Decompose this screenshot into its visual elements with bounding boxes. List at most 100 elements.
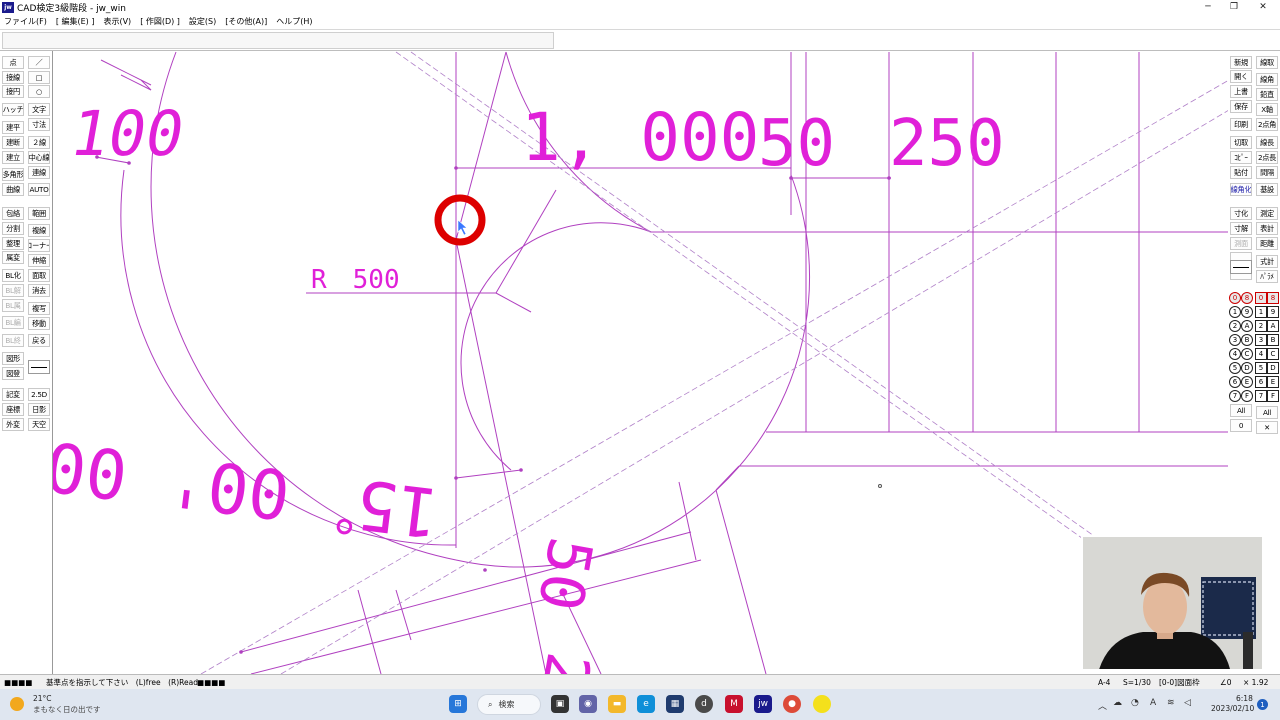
group-layer-9[interactable]: 9: [1241, 306, 1253, 318]
right-b-button-2[interactable]: 鉛直: [1256, 88, 1278, 101]
right-b-button-6[interactable]: 2点長: [1256, 151, 1278, 164]
left-b-button-1[interactable]: □: [28, 71, 50, 84]
left-b-button-21[interactable]: 天空: [28, 418, 50, 431]
group-layer-4[interactable]: 4: [1229, 348, 1241, 360]
layer-layer-2[interactable]: 2: [1255, 320, 1267, 332]
close-button[interactable]: ✕: [1250, 0, 1276, 14]
group-layer-F[interactable]: F: [1241, 390, 1253, 402]
left-b-button-19[interactable]: 2.5D: [28, 388, 50, 401]
group-layer-D[interactable]: D: [1241, 362, 1253, 374]
right-b-button-13[interactable]: ﾊﾟﾗﾒ: [1256, 270, 1278, 283]
minimize-button[interactable]: ─: [1195, 0, 1221, 14]
right-b-button-5[interactable]: 線長: [1256, 136, 1278, 149]
menu-edit[interactable]: [ 編集(E) ]: [56, 16, 95, 27]
layer-layer-D[interactable]: D: [1267, 362, 1279, 374]
store-icon[interactable]: ▦: [666, 695, 684, 713]
command-input-area[interactable]: [2, 32, 554, 49]
group-layer-2[interactable]: 2: [1229, 320, 1241, 332]
jwcad-taskbar-icon[interactable]: jw: [754, 695, 772, 713]
network-icon[interactable]: ◔: [1131, 698, 1139, 708]
right-b-button-4[interactable]: 2点角: [1256, 118, 1278, 131]
layer-layer-7[interactable]: 7: [1255, 390, 1267, 402]
left-a-button-11[interactable]: 整理: [2, 237, 24, 250]
yellow-app-icon[interactable]: [813, 695, 831, 713]
notification-badge[interactable]: 1: [1257, 699, 1268, 710]
clock-date[interactable]: 2023/02/10: [1211, 704, 1254, 713]
left-b-button-4[interactable]: 寸法: [28, 118, 50, 131]
left-b-button-12[interactable]: 伸縮: [28, 254, 50, 267]
group-layer-C[interactable]: C: [1241, 348, 1253, 360]
right-b-button-12[interactable]: 式計: [1256, 255, 1278, 268]
right-a-button-9[interactable]: 寸化: [1230, 207, 1252, 220]
scale-display[interactable]: S=1/30: [1123, 677, 1151, 688]
layer-display[interactable]: [0-0]図面枠: [1159, 677, 1200, 688]
right-b-button-8[interactable]: 基設: [1256, 183, 1278, 196]
layer-layer-6[interactable]: 6: [1255, 376, 1267, 388]
left-a-button-8[interactable]: 曲線: [2, 183, 24, 196]
weather-temp[interactable]: 21°C: [33, 694, 52, 703]
left-b-button-8[interactable]: AUTO: [28, 183, 50, 196]
layer-layer-1[interactable]: 1: [1255, 306, 1267, 318]
left-a-button-13[interactable]: BL化: [2, 269, 24, 282]
group-layer-7[interactable]: 7: [1229, 390, 1241, 402]
right-a-button-10[interactable]: 寸解: [1230, 222, 1252, 235]
line-type-sample[interactable]: [28, 360, 50, 374]
left-b-button-10[interactable]: 複線: [28, 224, 50, 237]
left-a-button-7[interactable]: 多角形: [2, 168, 24, 181]
right-a-button-0[interactable]: 新規: [1230, 56, 1252, 69]
left-a-button-12[interactable]: 属変: [2, 251, 24, 264]
left-a-button-17[interactable]: BL終: [2, 334, 24, 347]
line-type-sample[interactable]: [1230, 260, 1252, 274]
wifi-icon[interactable]: ≋: [1167, 698, 1175, 708]
paper-size[interactable]: A-4: [1098, 677, 1110, 688]
angle-display[interactable]: ∠0: [1220, 677, 1232, 688]
menu-view[interactable]: 表示(V): [103, 16, 131, 27]
layer-layer-E[interactable]: E: [1267, 376, 1279, 388]
left-a-button-10[interactable]: 分割: [2, 222, 24, 235]
taskbar-search[interactable]: ⌕ 検索: [477, 694, 541, 715]
layer-layer-C[interactable]: C: [1267, 348, 1279, 360]
right-b-button-15[interactable]: ✕: [1256, 421, 1278, 434]
left-b-button-17[interactable]: 戻る: [28, 334, 50, 347]
left-a-button-19[interactable]: 図登: [2, 367, 24, 380]
weather-icon[interactable]: [10, 697, 24, 711]
left-b-button-7[interactable]: 連線: [28, 166, 50, 179]
left-b-button-14[interactable]: 消去: [28, 284, 50, 297]
group-layer-3[interactable]: 3: [1229, 334, 1241, 346]
left-b-button-9[interactable]: 範囲: [28, 207, 50, 220]
group-layer-5[interactable]: 5: [1229, 362, 1241, 374]
group-layer-B[interactable]: B: [1241, 334, 1253, 346]
left-a-button-18[interactable]: 図形: [2, 352, 24, 365]
weather-text[interactable]: まもなく日の出です: [33, 704, 101, 715]
group-layer-1[interactable]: 1: [1229, 306, 1241, 318]
right-a-button-7[interactable]: 貼付: [1230, 166, 1252, 179]
onedrive-icon[interactable]: ☁: [1113, 698, 1122, 708]
ime-icon[interactable]: A: [1150, 698, 1156, 708]
menu-settings[interactable]: 設定(S): [189, 16, 216, 27]
right-a-button-2[interactable]: 上書: [1230, 85, 1252, 98]
explorer-icon[interactable]: ▬: [608, 695, 626, 713]
right-a-button-3[interactable]: 保存: [1230, 100, 1252, 113]
right-a-button-8[interactable]: 線角化: [1230, 183, 1252, 196]
right-a-button-11[interactable]: 測面: [1230, 237, 1252, 250]
layer-layer-8[interactable]: 8: [1267, 292, 1279, 304]
restore-button[interactable]: ❐: [1221, 0, 1247, 14]
left-b-button-11[interactable]: コーナー: [28, 239, 50, 252]
tray-chevron-icon[interactable]: ︿: [1098, 699, 1107, 712]
left-a-button-21[interactable]: 座標: [2, 403, 24, 416]
task-view-icon[interactable]: ▣: [551, 695, 569, 713]
group-layer-0[interactable]: 0: [1229, 292, 1241, 304]
left-a-button-5[interactable]: 建断: [2, 136, 24, 149]
left-a-button-9[interactable]: 包絡: [2, 207, 24, 220]
left-a-button-22[interactable]: 外変: [2, 418, 24, 431]
clock-time[interactable]: 6:18: [1236, 694, 1253, 703]
left-a-button-16[interactable]: BL編: [2, 316, 24, 329]
layer-layer-9[interactable]: 9: [1267, 306, 1279, 318]
left-b-button-15[interactable]: 複写: [28, 302, 50, 315]
left-a-button-2[interactable]: 接円: [2, 85, 24, 98]
layer-layer-5[interactable]: 5: [1255, 362, 1267, 374]
layer-layer-B[interactable]: B: [1267, 334, 1279, 346]
menu-other[interactable]: [その他(A)]: [225, 16, 267, 27]
right-b-button-3[interactable]: X軸: [1256, 103, 1278, 116]
edge-icon[interactable]: e: [637, 695, 655, 713]
